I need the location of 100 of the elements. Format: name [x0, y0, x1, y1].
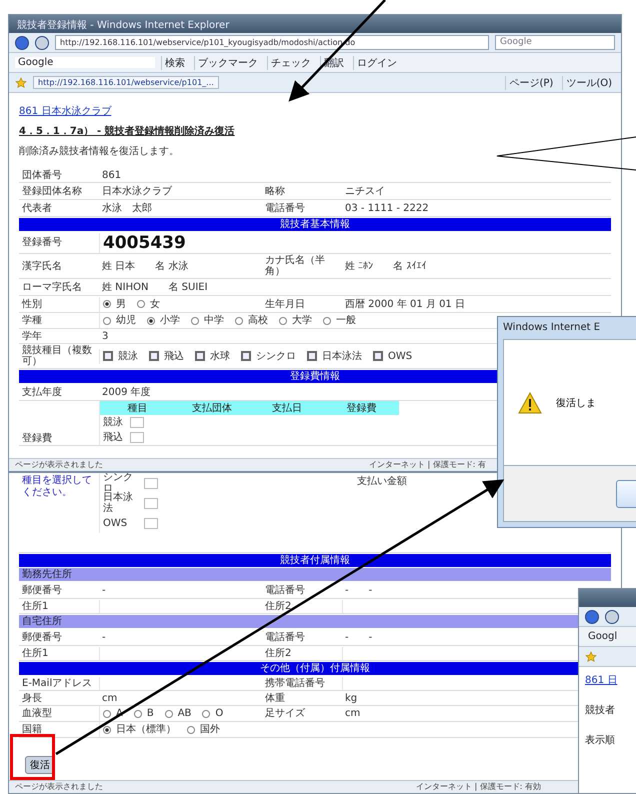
field-label: 体重	[264, 692, 286, 704]
column-header: 登録費	[346, 402, 378, 415]
checkbox[interactable]	[195, 351, 205, 361]
radio-button[interactable]	[323, 316, 331, 324]
option-label: 競泳	[117, 350, 139, 362]
radio-button[interactable]	[147, 316, 155, 324]
field-label: 住所1	[21, 600, 50, 612]
field-value: - -	[344, 631, 374, 645]
option-label: 中学	[203, 314, 225, 327]
checkbox[interactable]	[241, 351, 251, 361]
subsection-band: 勤務先住所	[19, 568, 611, 581]
field-label: 携帯電話番号	[264, 676, 326, 690]
option-label: 国外	[199, 723, 221, 736]
field-label: 郵便番号	[21, 630, 63, 644]
input-field[interactable]	[144, 518, 158, 528]
registration-number: 4005439	[99, 232, 611, 252]
forward-icon[interactable]	[35, 36, 49, 50]
favorites-star-icon[interactable]	[15, 76, 27, 88]
radio-button[interactable]	[191, 316, 199, 324]
status-text: ページが表示されました	[15, 459, 103, 471]
field-value: 861	[101, 168, 122, 182]
toolbar-button[interactable]: チェック	[267, 56, 314, 70]
radio-button[interactable]	[279, 316, 287, 324]
radio-button[interactable]	[164, 710, 173, 718]
event-name: OWS	[102, 516, 128, 530]
club-link[interactable]: 861 日	[585, 673, 636, 687]
option-label: 水球	[209, 350, 231, 362]
radio-button[interactable]	[103, 316, 111, 324]
status-text: ページが表示されました	[15, 781, 103, 793]
checkbox[interactable]	[373, 351, 383, 361]
field-label: 競技種目（複数可）	[21, 344, 93, 368]
input-field[interactable]	[130, 432, 144, 443]
zone-status: インターネット | 保護モード: 有効	[416, 781, 541, 793]
field-label: 登録費	[21, 432, 53, 445]
field-value: 姓 NIHON 名 SUIEI	[101, 281, 209, 295]
radio-button[interactable]	[103, 726, 111, 734]
option-label: シンクロ	[255, 350, 297, 362]
dialog-message: 復活しま	[556, 396, 596, 410]
toolbar-button[interactable]: ブックマーク	[194, 56, 261, 70]
radio-button[interactable]	[202, 710, 210, 718]
radio-button[interactable]	[235, 316, 243, 324]
toolbar-label: Google	[15, 57, 155, 68]
highlight-frame	[10, 734, 55, 780]
field-label: 代表者	[21, 202, 53, 214]
checkbox[interactable]	[103, 351, 113, 361]
field-value: 2009 年度	[101, 386, 152, 400]
option-label: O	[214, 707, 224, 720]
forward-icon[interactable]	[605, 610, 619, 624]
back-icon[interactable]	[585, 610, 599, 624]
radio-button[interactable]	[103, 710, 111, 718]
field-label: 電話番号	[264, 630, 306, 644]
field-label: 学種	[21, 314, 43, 327]
field-label: 漢字氏名	[21, 260, 63, 272]
field-value: 姓 日本 名 水泳	[101, 260, 190, 274]
toolbar-button[interactable]: ログイン	[353, 56, 400, 70]
zone-status: インターネット | 保護モード: 有	[368, 459, 486, 471]
section-band: 競技者付属情報	[19, 554, 611, 567]
field-label: ローマ字氏名	[21, 280, 83, 294]
radio-button[interactable]	[134, 710, 142, 718]
field-value: kg	[344, 692, 358, 704]
field-label: 支払年度	[21, 386, 63, 398]
option-label: 大学	[291, 314, 313, 327]
club-link[interactable]: 861 日本水泳クラブ	[19, 104, 112, 118]
field-value: ニチスイ	[344, 185, 386, 199]
option-label: 幼児	[115, 314, 137, 327]
page-text: 競技者	[585, 704, 616, 717]
favorites-star-icon[interactable]	[585, 650, 597, 662]
column-header: 支払日	[270, 402, 303, 415]
radio-button[interactable]	[187, 726, 195, 734]
field-label: 性別	[20, 298, 43, 310]
toolbar-button[interactable]: 検索	[161, 56, 188, 70]
description-text: 削除済み競技者情報を復活します。	[19, 144, 180, 158]
toolbar-label: Googl	[587, 631, 618, 642]
back-icon[interactable]	[15, 36, 29, 50]
radio-button[interactable]	[103, 300, 111, 308]
field-label: 足サイズ	[264, 707, 306, 720]
input-field[interactable]	[130, 417, 144, 428]
field-value: cm	[344, 707, 362, 720]
field-label: 住所2	[264, 600, 292, 612]
field-value: 西暦 2000 年 01 月 01 日	[344, 298, 466, 312]
search-field[interactable]: Google	[495, 35, 615, 50]
page-heading: 4．5．1．7a） - 競技者登録情報削除済み復活	[19, 124, 236, 138]
option-label: B	[146, 707, 155, 720]
checkbox[interactable]	[149, 351, 159, 361]
command-button[interactable]: ツール(O)	[562, 76, 615, 90]
field-label: 登録団体名称	[21, 184, 83, 198]
input-field[interactable]	[144, 478, 158, 488]
event-name: 飛込	[102, 431, 124, 444]
command-button[interactable]: ページ(P)	[505, 76, 556, 90]
browser-tab[interactable]: http://192.168.116.101/webservice/p101_...	[33, 76, 219, 89]
checkbox[interactable]	[307, 351, 317, 361]
radio-button[interactable]	[137, 300, 145, 308]
input-field[interactable]	[144, 498, 158, 508]
restore-button[interactable]: 復活	[25, 756, 55, 774]
option-label: 男	[115, 298, 127, 310]
column-header: 種目	[126, 402, 148, 415]
dialog-title: Windows Internet E	[503, 321, 602, 335]
field-label: 団体番号	[21, 168, 63, 182]
column-header: 支払団体	[191, 402, 234, 415]
option-label: 女	[149, 298, 161, 310]
